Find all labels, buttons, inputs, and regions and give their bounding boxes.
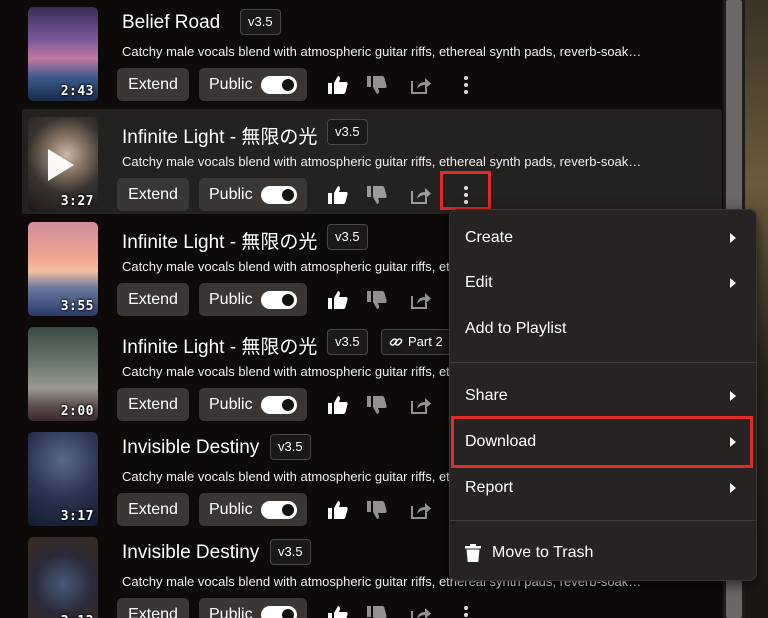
extend-button[interactable]: Extend bbox=[117, 598, 189, 618]
public-label: Public bbox=[209, 291, 253, 308]
chevron-right-icon bbox=[730, 391, 736, 401]
menu-divider bbox=[450, 362, 756, 363]
public-toggle-button[interactable]: Public bbox=[199, 178, 307, 211]
song-title[interactable]: Invisible Destiny bbox=[122, 542, 259, 564]
public-toggle-button[interactable]: Public bbox=[199, 68, 307, 101]
thumbs-down-icon[interactable] bbox=[365, 73, 389, 97]
menu-item-label: Report bbox=[465, 479, 514, 496]
public-toggle-switch[interactable] bbox=[261, 76, 297, 94]
extend-button[interactable]: Extend bbox=[117, 388, 189, 421]
song-row[interactable]: 3:27 Infinite Light - 無限の光 v3.5 Catchy male… bbox=[22, 109, 722, 214]
menu-item-label: Create bbox=[465, 229, 514, 246]
extend-button[interactable]: Extend bbox=[117, 493, 189, 526]
version-badge: v3.5 bbox=[327, 119, 368, 145]
version-badge: v3.5 bbox=[327, 329, 368, 355]
chevron-right-icon bbox=[730, 483, 736, 493]
song-description: Catchy male vocals blend with atmospheri… bbox=[122, 154, 642, 169]
part-label: Part 2 bbox=[408, 334, 443, 349]
public-label: Public bbox=[209, 396, 253, 413]
duration-label: 2:43 bbox=[60, 84, 94, 99]
share-icon[interactable] bbox=[409, 393, 433, 417]
extend-button[interactable]: Extend bbox=[117, 68, 189, 101]
song-thumbnail[interactable]: 3:55 bbox=[28, 222, 98, 316]
song-row[interactable]: 2:43 Belief Road v3.5 Catchy male vocals bl… bbox=[22, 0, 722, 104]
song-thumbnail[interactable]: 3:17 bbox=[28, 432, 98, 526]
download-highlight bbox=[451, 416, 753, 468]
thumbs-down-icon[interactable] bbox=[365, 393, 389, 417]
menu-item-add-to-playlist[interactable]: Add to Playlist bbox=[450, 309, 756, 349]
thumbs-down-icon[interactable] bbox=[365, 603, 389, 618]
menu-item-share[interactable]: Share bbox=[450, 376, 756, 416]
song-title[interactable]: Infinite Light - 無限の光 bbox=[122, 122, 317, 149]
public-toggle-button[interactable]: Public bbox=[199, 598, 307, 618]
song-thumbnail[interactable]: 2:43 bbox=[28, 7, 98, 101]
more-button-highlight bbox=[440, 171, 491, 210]
duration-label: 3:17 bbox=[60, 509, 94, 524]
context-menu: Create Edit Add to Playlist Share Downlo… bbox=[449, 209, 757, 581]
thumbs-down-icon[interactable] bbox=[365, 183, 389, 207]
thumbs-up-icon[interactable] bbox=[326, 393, 350, 417]
song-thumbnail[interactable]: 3:27 bbox=[28, 117, 98, 211]
menu-item-label: Share bbox=[465, 387, 508, 404]
song-description: Catchy male vocals blend with atmospheri… bbox=[122, 44, 642, 59]
menu-item-edit[interactable]: Edit bbox=[450, 263, 756, 303]
menu-item-create[interactable]: Create bbox=[450, 218, 756, 258]
thumbs-up-icon[interactable] bbox=[326, 498, 350, 522]
public-toggle-switch[interactable] bbox=[261, 186, 297, 204]
share-icon[interactable] bbox=[409, 603, 433, 618]
song-title[interactable]: Infinite Light - 無限の光 bbox=[122, 227, 317, 254]
duration-label: 3:13 bbox=[61, 614, 94, 618]
song-thumbnail[interactable]: 3:13 bbox=[28, 537, 98, 618]
duration-label: 2:00 bbox=[60, 404, 94, 419]
public-toggle-button[interactable]: Public bbox=[199, 388, 307, 421]
public-label: Public bbox=[209, 606, 253, 618]
version-badge: v3.5 bbox=[270, 539, 311, 565]
public-toggle-switch[interactable] bbox=[261, 501, 297, 519]
more-vertical-icon[interactable] bbox=[454, 603, 478, 618]
public-label: Public bbox=[209, 76, 253, 93]
duration-label: 3:27 bbox=[60, 194, 94, 209]
version-badge: v3.5 bbox=[327, 224, 368, 250]
share-icon[interactable] bbox=[409, 73, 433, 97]
version-badge: v3.5 bbox=[270, 434, 311, 460]
public-toggle-button[interactable]: Public bbox=[199, 493, 307, 526]
thumbs-up-icon[interactable] bbox=[326, 73, 350, 97]
menu-item-move-to-trash[interactable]: Move to Trash bbox=[450, 533, 756, 573]
chevron-right-icon bbox=[730, 233, 736, 243]
menu-item-report[interactable]: Report bbox=[450, 468, 756, 508]
song-title[interactable]: Infinite Light - 無限の光 bbox=[122, 332, 317, 359]
more-vertical-icon[interactable] bbox=[454, 73, 478, 97]
share-icon[interactable] bbox=[409, 498, 433, 522]
public-label: Public bbox=[209, 501, 253, 518]
public-toggle-switch[interactable] bbox=[261, 396, 297, 414]
thumbs-up-icon[interactable] bbox=[326, 183, 350, 207]
song-title[interactable]: Invisible Destiny bbox=[122, 437, 259, 459]
thumbs-up-icon[interactable] bbox=[326, 603, 350, 618]
public-toggle-switch[interactable] bbox=[261, 291, 297, 309]
part-badge[interactable]: Part 2 bbox=[381, 329, 452, 355]
link-icon bbox=[389, 338, 403, 346]
duration-label: 3:55 bbox=[60, 299, 94, 314]
share-icon[interactable] bbox=[409, 183, 433, 207]
trash-icon bbox=[465, 544, 481, 562]
public-toggle-button[interactable]: Public bbox=[199, 283, 307, 316]
menu-item-label: Add to Playlist bbox=[465, 320, 567, 337]
menu-item-label: Edit bbox=[465, 274, 493, 291]
song-title[interactable]: Belief Road bbox=[122, 12, 220, 34]
thumbs-up-icon[interactable] bbox=[326, 288, 350, 312]
menu-item-label: Move to Trash bbox=[492, 544, 594, 561]
public-label: Public bbox=[209, 186, 253, 203]
thumbs-down-icon[interactable] bbox=[365, 498, 389, 522]
version-badge: v3.5 bbox=[240, 9, 281, 35]
song-thumbnail[interactable]: 2:00 bbox=[28, 327, 98, 421]
public-toggle-switch[interactable] bbox=[261, 606, 297, 618]
thumbs-down-icon[interactable] bbox=[365, 288, 389, 312]
extend-button[interactable]: Extend bbox=[117, 283, 189, 316]
share-icon[interactable] bbox=[409, 288, 433, 312]
play-icon[interactable] bbox=[48, 149, 74, 181]
chevron-right-icon bbox=[730, 278, 736, 288]
extend-button[interactable]: Extend bbox=[117, 178, 189, 211]
menu-divider bbox=[450, 520, 756, 521]
